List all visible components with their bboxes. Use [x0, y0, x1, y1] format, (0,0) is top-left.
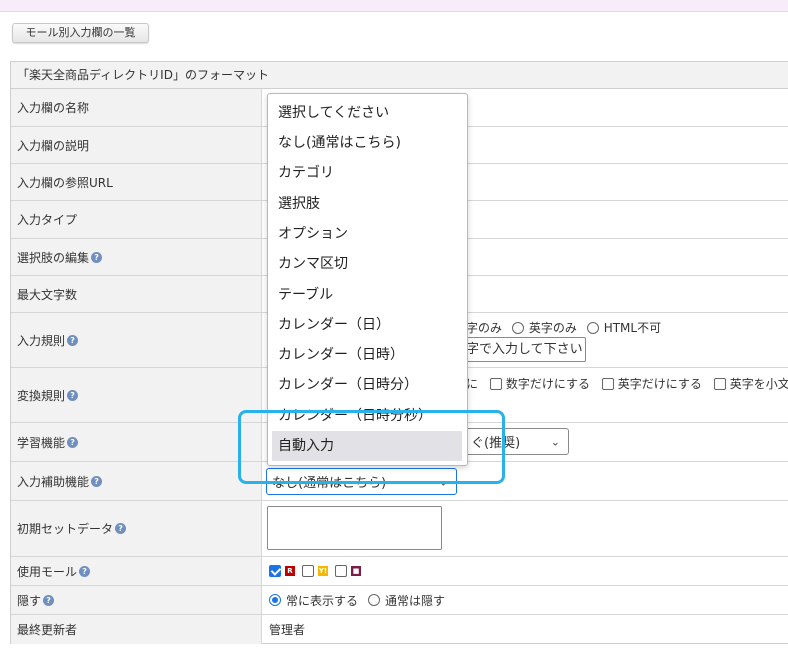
label-use-mall: 使用モール ? [11, 557, 262, 585]
label-assist-text: 入力補助機能 [17, 474, 90, 489]
normally-hide-label: 通常は隠す [385, 593, 446, 608]
mall-rakuten-checkbox[interactable] [269, 565, 281, 577]
convert-rule-options: に 数字だけにする 英字だけにする 英字を小文 [466, 375, 788, 392]
always-show-label: 常に表示する [286, 593, 359, 608]
dropdown-option[interactable]: オプション [268, 219, 467, 249]
label-ref-url: 入力欄の参照URL [11, 164, 262, 200]
assist-select[interactable]: なし(通常はこちら) ⌄ [266, 468, 457, 495]
mall-other-checkbox[interactable] [335, 565, 347, 577]
label-hide-text: 隠す [17, 593, 42, 608]
label-learning-text: 学習機能 [17, 435, 66, 450]
yahoo-logo-icon: Y! [318, 566, 328, 576]
convert-lower-checkbox[interactable] [713, 378, 726, 390]
dropdown-option[interactable]: カレンダー（日時分秒） [268, 401, 467, 431]
dropdown-option-selected[interactable]: 自動入力 [272, 431, 462, 461]
row-last-updater: 最終更新者 管理者 [11, 615, 788, 644]
dropdown-option[interactable]: 選択してください [268, 98, 467, 128]
input-rule-partial-label: 字のみ [466, 321, 503, 335]
input-rule-alpha-label: 英字のみ [528, 321, 577, 335]
dropdown-option[interactable]: カンマ区切 [268, 249, 467, 279]
assist-dropdown-list: 選択してください なし(通常はこちら) カテゴリ 選択肢 オプション カンマ区切… [267, 93, 468, 466]
convert-lower-label: 英字を小文 [729, 377, 788, 391]
other-mall-logo-icon: ■ [351, 566, 361, 576]
value-last-updater: 管理者 [269, 623, 306, 637]
convert-alpha-label: 英字だけにする [617, 377, 702, 391]
rakuten-logo-icon: R [285, 566, 295, 576]
question-circle-icon[interactable]: ? [67, 436, 79, 448]
learning-select-value: ぐ(推奨) [471, 436, 521, 451]
mall-input-list-button[interactable]: モール別入力欄の一覧 [12, 23, 149, 43]
dropdown-option[interactable]: 選択肢 [268, 189, 467, 219]
row-use-mall: 使用モール ? R Y! ■ [11, 557, 788, 586]
initial-set-textarea[interactable] [267, 506, 442, 550]
value-hide: 常に表示する 通常は隠す [263, 586, 788, 614]
question-circle-icon[interactable]: ? [91, 251, 103, 263]
chevron-down-icon: ⌄ [550, 435, 560, 448]
assist-select-value: なし(通常はこちら) [272, 476, 387, 491]
normally-hide-radio[interactable] [368, 594, 381, 606]
label-desc: 入力欄の説明 [11, 127, 262, 163]
question-circle-icon[interactable]: ? [115, 523, 127, 534]
convert-alpha-checkbox[interactable] [601, 378, 614, 390]
label-hide: 隠す ? [11, 586, 262, 614]
label-last-updater: 最終更新者 [11, 615, 262, 644]
convert-digits-label: 数字だけにする [505, 377, 590, 391]
value-use-mall: R Y! ■ [263, 557, 788, 585]
question-circle-icon[interactable]: ? [91, 475, 103, 487]
label-input-rule-text: 入力規則 [17, 333, 66, 348]
dropdown-option[interactable]: テーブル [268, 280, 467, 310]
input-rule-alpha-radio[interactable] [511, 322, 524, 334]
label-learning: 学習機能 ? [11, 423, 262, 461]
convert-digits-checkbox[interactable] [489, 378, 502, 390]
question-circle-icon[interactable]: ? [67, 389, 79, 401]
row-hide: 隠す ? 常に表示する 通常は隠す [11, 586, 788, 615]
chevron-down-icon: ⌄ [438, 475, 448, 488]
question-circle-icon[interactable]: ? [67, 334, 79, 346]
label-choice-edit-text: 選択肢の編集 [17, 250, 90, 265]
label-max-chars: 最大文字数 [11, 276, 262, 312]
top-banner [0, 0, 788, 12]
input-rule-options: 字のみ 英字のみ HTML不可 [466, 319, 661, 336]
label-choice-edit: 選択肢の編集 ? [11, 239, 262, 275]
input-rule-html-label: HTML不可 [603, 321, 662, 335]
input-rule-message-field[interactable]: 字で入力して下さい [455, 337, 586, 362]
dropdown-option[interactable]: カレンダー（日） [268, 310, 467, 340]
label-convert-rule: 変換規則 ? [11, 368, 262, 422]
label-assist: 入力補助機能 ? [11, 462, 262, 500]
question-circle-icon[interactable]: ? [79, 565, 91, 577]
dropdown-option[interactable]: カテゴリ [268, 158, 467, 188]
label-input-type: 入力タイプ [11, 201, 262, 238]
panel-title: 「楽天全商品ディレクトリID」のフォーマット [11, 62, 788, 89]
input-rule-html-radio[interactable] [586, 322, 599, 334]
always-show-radio[interactable] [269, 594, 281, 606]
question-circle-icon[interactable]: ? [43, 594, 55, 606]
dropdown-option[interactable]: カレンダー（日時） [268, 340, 467, 370]
label-convert-rule-text: 変換規則 [17, 388, 66, 403]
dropdown-option[interactable]: カレンダー（日時分） [268, 370, 467, 400]
mall-yahoo-checkbox[interactable] [302, 565, 314, 577]
label-initial-set: 初期セットデータ ? [11, 501, 262, 556]
label-input-rule: 入力規則 ? [11, 313, 262, 367]
label-initial-set-text: 初期セットデータ [17, 522, 114, 536]
label-use-mall-text: 使用モール [17, 564, 78, 579]
dropdown-option[interactable]: なし(通常はこちら) [268, 128, 467, 158]
label-name: 入力欄の名称 [11, 89, 262, 126]
